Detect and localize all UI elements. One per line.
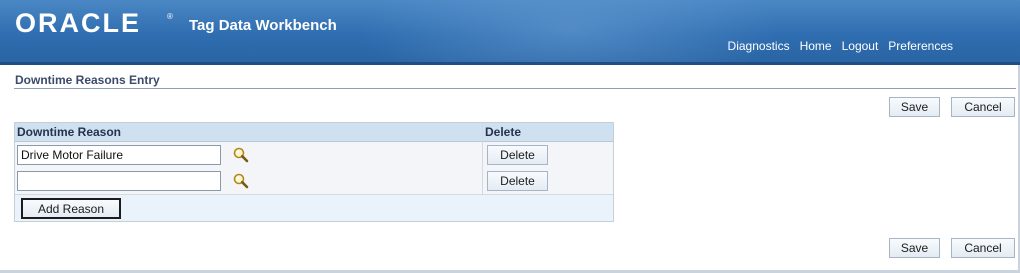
- cancel-button-top[interactable]: Cancel: [951, 97, 1015, 117]
- add-reason-button[interactable]: Add Reason: [21, 198, 121, 219]
- delete-button[interactable]: Delete: [487, 145, 548, 165]
- downtime-reason-input[interactable]: [17, 145, 221, 165]
- downtime-reasons-table: Downtime Reason Delete Delete Delete Add…: [14, 122, 614, 222]
- preferences-link[interactable]: Preferences: [888, 39, 953, 53]
- page-title: Downtime Reasons Entry: [15, 73, 160, 87]
- oracle-logo: ORACLE: [15, 8, 141, 38]
- table-row: Delete: [15, 168, 613, 195]
- table-header-row: Downtime Reason Delete: [15, 123, 613, 142]
- column-header-downtime-reason: Downtime Reason: [17, 125, 122, 139]
- logout-link[interactable]: Logout: [842, 39, 879, 53]
- cancel-button-bottom[interactable]: Cancel: [951, 238, 1015, 258]
- save-button-bottom[interactable]: Save: [889, 238, 940, 258]
- global-links: Diagnostics Home Logout Preferences: [728, 39, 953, 53]
- diagnostics-link[interactable]: Diagnostics: [728, 39, 790, 53]
- delete-button[interactable]: Delete: [487, 171, 548, 191]
- save-button-top[interactable]: Save: [889, 97, 940, 117]
- downtime-reason-input[interactable]: [17, 171, 221, 191]
- global-header: ORACLE ® Tag Data Workbench Diagnostics …: [0, 0, 1020, 65]
- column-header-delete: Delete: [485, 125, 522, 139]
- table-row: Delete: [15, 142, 613, 169]
- add-row-footer: Add Reason: [15, 195, 613, 221]
- home-link[interactable]: Home: [800, 39, 832, 53]
- registered-mark: ®: [167, 12, 173, 21]
- app-title: Tag Data Workbench: [189, 17, 337, 34]
- column-separator: [482, 123, 483, 195]
- title-divider: [14, 88, 1016, 89]
- magnifier-search-icon[interactable]: [232, 146, 250, 164]
- magnifier-search-icon[interactable]: [232, 172, 250, 190]
